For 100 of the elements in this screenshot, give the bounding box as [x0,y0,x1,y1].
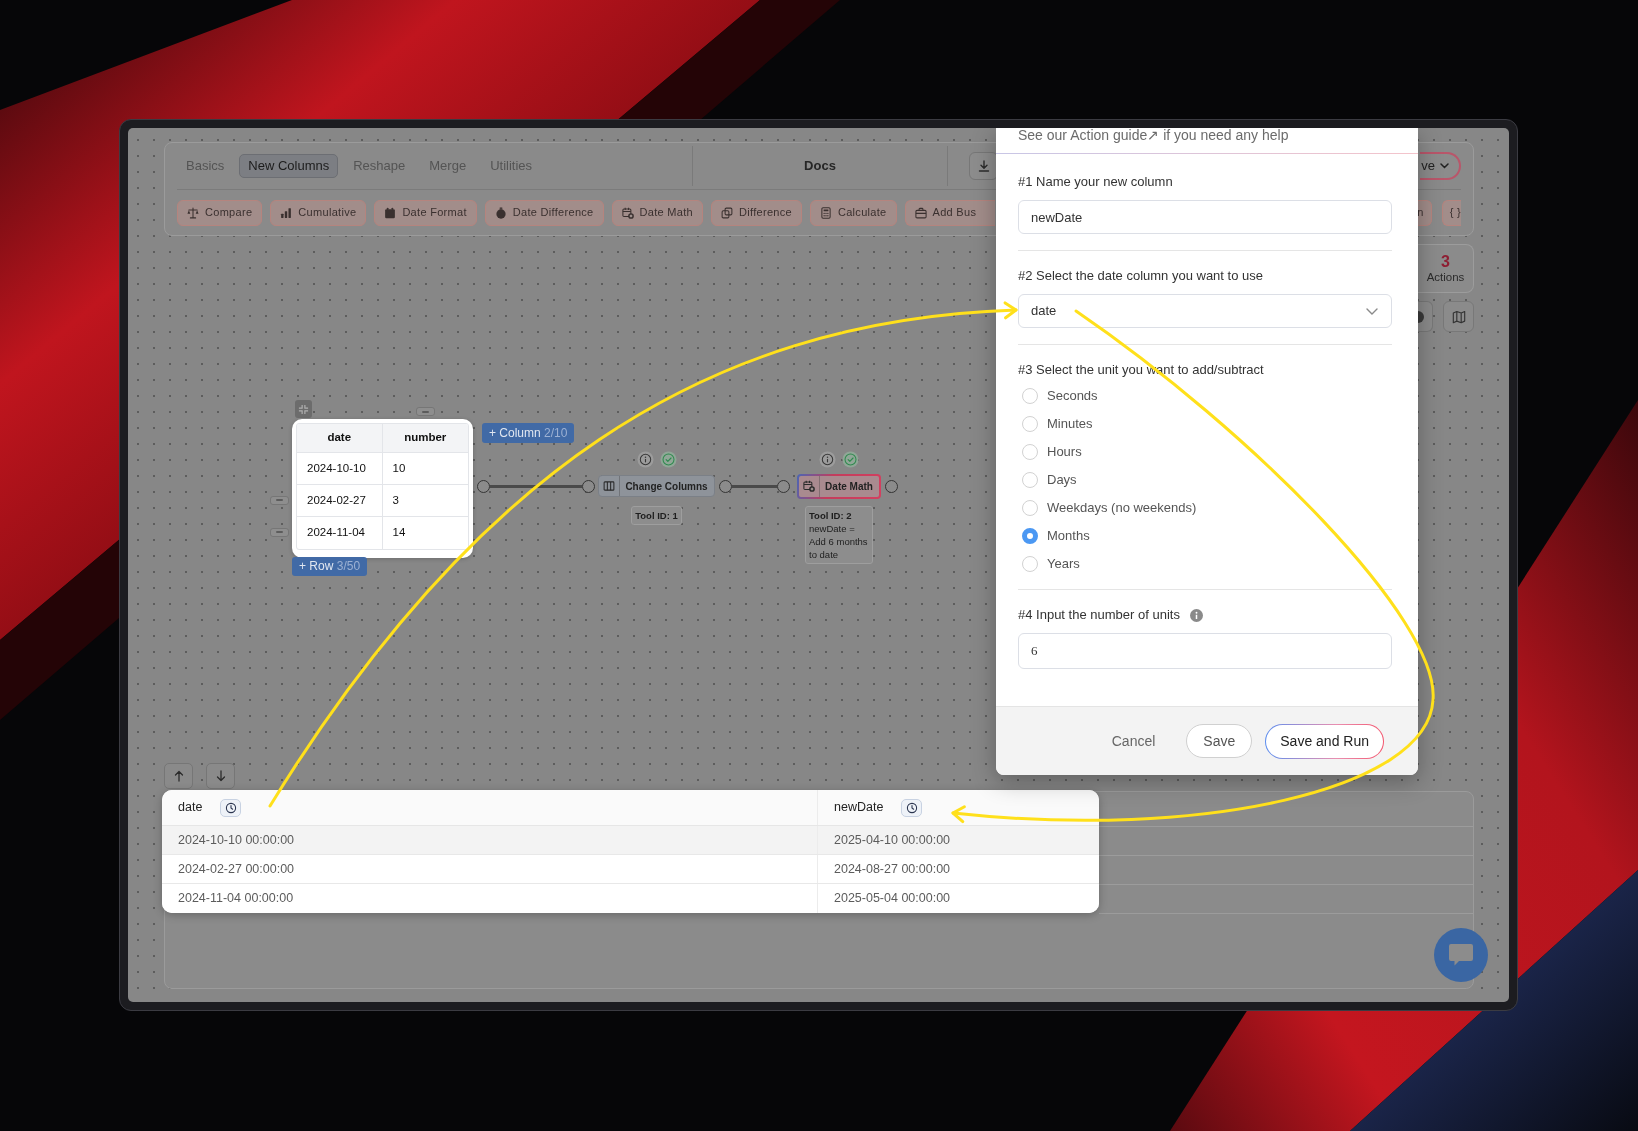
actions-label: Actions [1426,269,1465,285]
field-label: #4 Input the number of units [1018,608,1180,622]
save-and-run-button[interactable]: Save and Run [1265,723,1384,759]
action-button[interactable]: Date Math [611,199,703,226]
radio-option[interactable]: Days [1018,466,1392,494]
connection-handle[interactable] [884,479,898,493]
column-header: date [178,799,203,817]
radio-option[interactable]: Months [1018,522,1392,550]
connection-handle[interactable] [718,479,732,493]
calendar-plus-icon [621,206,634,219]
map-button[interactable] [1443,301,1474,332]
help-text: See our Action guide↗ if you need any help [1017,128,1290,143]
stopwatch-icon [494,206,507,219]
table-cell-text: 2025-04-10 00:00:00 [833,831,952,849]
radio-button[interactable] [1022,528,1038,544]
radio-button[interactable] [1022,388,1038,404]
info-icon [636,450,654,468]
select-field[interactable]: date [1018,294,1392,328]
radio-option[interactable]: Seconds [1018,382,1392,410]
docs-link[interactable]: Docs [693,156,947,176]
move-down-button[interactable] [206,763,235,789]
icon-button[interactable] [1418,301,1433,332]
radio-button[interactable] [1022,556,1038,572]
action-button[interactable]: Date Difference [484,199,604,226]
minus-icon [276,499,283,501]
table-cell-text: 2025-05-04 00:00:00 [833,890,952,908]
map-icon [1451,309,1466,324]
tool-id-label: Tool ID: 1 [635,509,678,522]
action-button[interactable]: Date Format [374,199,477,226]
radio-option[interactable]: Minutes [1018,410,1392,438]
save-button[interactable]: Save [1186,724,1253,758]
connector-line [731,484,777,488]
remove-column-button[interactable] [416,407,436,416]
clock-icon [905,801,918,814]
table-cell-text: 2024-08-27 00:00:00 [833,860,952,878]
table-cell: 10 [382,453,468,485]
action-button[interactable]: { } [1441,199,1461,226]
field-label: #2 Select the date column you want to use [1018,269,1263,283]
text-field[interactable]: newDate [1018,200,1392,234]
table-cell: 2024-10-10 [297,453,383,485]
tab[interactable]: New Columns [239,154,339,179]
cancel-button[interactable]: Cancel [1111,730,1156,752]
action-button[interactable]: Cumulative [270,199,367,226]
action-button[interactable]: Difference [711,199,802,226]
field-label: #1 Name your new column [1018,175,1173,189]
radio-option[interactable]: Weekdays (no weekends) [1018,494,1392,522]
table-cell: 2024-11-04 [297,517,383,549]
table-cell: 2024-11-04 00:00:00 [162,884,818,913]
column-type-button[interactable] [220,798,242,817]
add-row-button[interactable]: + Row 3/50 [292,557,368,576]
radio-button[interactable] [1022,500,1038,516]
remove-row-button[interactable] [270,495,289,505]
calendar-icon [384,206,397,219]
action-node[interactable]: Change Columns [598,475,715,497]
download-button[interactable] [969,152,998,181]
action-button[interactable]: Add Bus [904,199,995,226]
tool-id-label: Tool ID: 2 [809,509,853,522]
table-cell: 2024-10-10 00:00:00 [162,826,818,854]
dropdown-button[interactable]: ve [1420,152,1461,181]
chevron-down-icon [1366,307,1378,315]
radio-button[interactable] [1022,416,1038,432]
minus-icon [422,410,430,413]
info-icon [819,450,836,468]
minus-icon [276,531,283,533]
action-count: 3 [1441,252,1450,270]
connection-handle[interactable] [776,479,790,493]
column-type-button[interactable] [901,798,923,817]
connection-handle[interactable] [581,479,595,493]
collapse-icon [298,403,309,415]
action-button[interactable]: Compare [177,199,263,226]
radio-option[interactable]: Hours [1018,438,1392,466]
action-node[interactable]: Date Math [797,473,881,499]
caret-down-icon [1440,163,1449,170]
action-guide-link[interactable]: Action guide↗ [1070,128,1160,143]
arrow-up-icon [173,770,184,782]
number-field[interactable]: 6 [1018,633,1392,669]
radio-button[interactable] [1022,472,1038,488]
radio-button[interactable] [1022,444,1038,460]
radio-option[interactable]: Years [1018,550,1392,578]
squares-icon [721,206,733,219]
collapse-button[interactable] [295,400,312,418]
columns-icon [603,480,616,492]
action-button[interactable]: Calculate [809,199,897,226]
add-column-button[interactable]: + Column 2/10 [482,423,575,443]
download-icon [977,160,990,173]
chat-icon [1448,943,1474,967]
bar-chart-icon [280,206,293,219]
remove-row-button[interactable] [270,527,289,537]
calculator-icon [819,206,832,219]
move-up-button[interactable] [164,763,193,789]
table-cell: 2024-02-27 00:00:00 [162,855,818,883]
table-cell-text: 14 [391,525,407,541]
column-header: newDate [834,799,884,817]
connection-handle[interactable] [476,479,490,493]
column-header: number [382,424,468,453]
table-cell: 2024-02-27 [297,485,383,517]
column-header: date [297,424,383,453]
scale-icon [187,206,199,219]
table-cell: 3 [382,485,468,517]
briefcase-icon [914,206,927,219]
